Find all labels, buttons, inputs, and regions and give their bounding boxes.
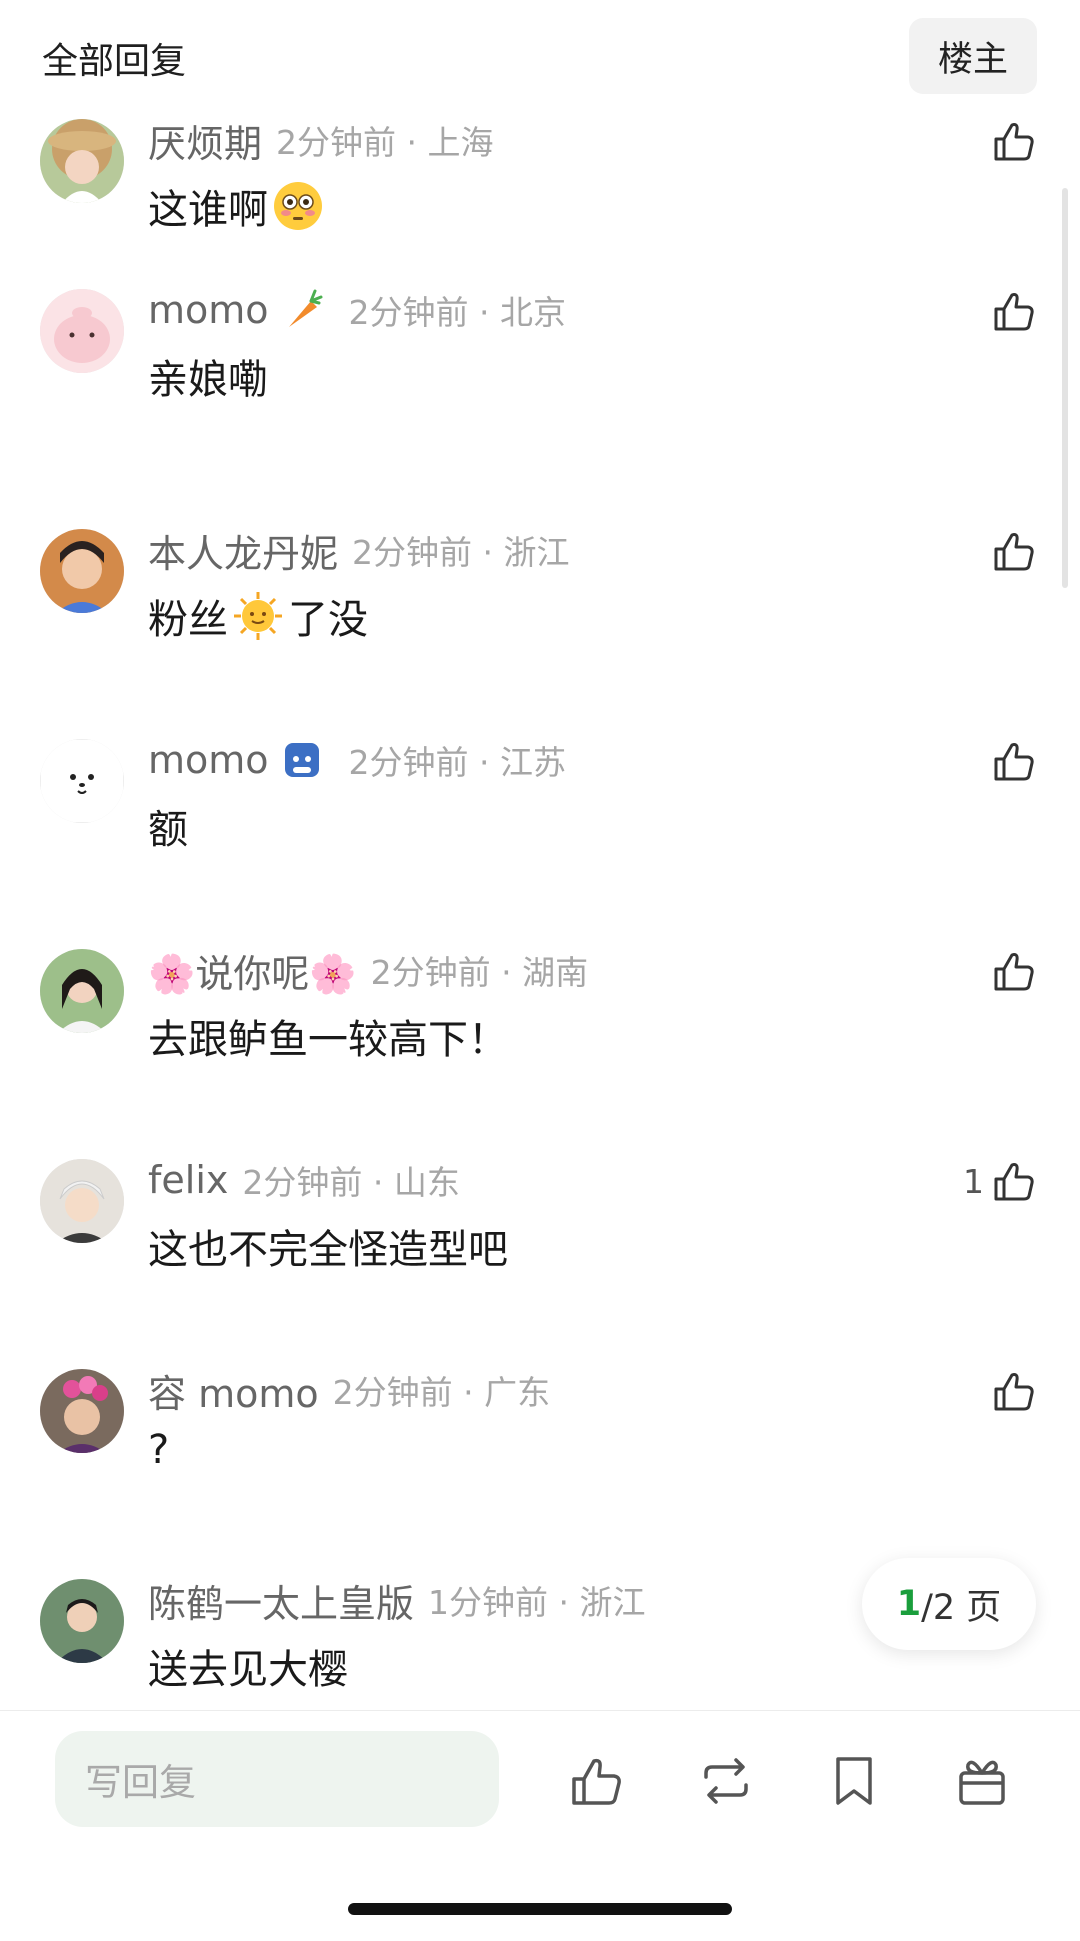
- avatar[interactable]: [40, 529, 124, 613]
- username[interactable]: 陈鹤一太上皇版: [148, 1573, 414, 1628]
- comment-text-part: 额: [148, 807, 188, 853]
- avatar[interactable]: [40, 119, 124, 203]
- comment-item: felix 2分钟前 · 山东 这也不完全怪造型吧 1: [0, 1157, 1080, 1359]
- like-count: 1: [963, 1161, 984, 1201]
- username[interactable]: 🌸说你呢🌸: [148, 943, 357, 998]
- repost-icon[interactable]: [696, 1751, 756, 1811]
- comment-item: 🌸说你呢🌸 2分钟前 · 湖南 去跟鲈鱼一较高下！: [0, 949, 1080, 1149]
- comment-item: momo 2分钟前 · 江苏 额: [0, 737, 1080, 939]
- comment-text-part: 送去见大樱: [148, 1647, 348, 1693]
- comment-text: 粉丝 了没: [148, 587, 368, 645]
- pagination-button[interactable]: 1/2 页: [862, 1558, 1036, 1650]
- avatar[interactable]: [40, 739, 124, 823]
- page-total: /2 页: [921, 1587, 1002, 1628]
- home-indicator: [348, 1903, 732, 1915]
- like-button[interactable]: [990, 947, 1038, 995]
- timestamp-location: 2分钟前 · 浙江: [352, 533, 570, 572]
- comment-text-part: 了没: [288, 597, 368, 643]
- comment-text-part: 粉丝: [148, 597, 228, 643]
- bookmark-icon[interactable]: [824, 1751, 884, 1811]
- like-button[interactable]: [990, 1367, 1038, 1415]
- like-icon[interactable]: [566, 1751, 626, 1811]
- like-button[interactable]: [990, 117, 1038, 165]
- username[interactable]: 本人龙丹妮: [148, 523, 338, 578]
- header: 全部回复 楼主: [0, 0, 1080, 110]
- bottom-action-bar: 写回复: [0, 1710, 1080, 1941]
- gift-icon[interactable]: [952, 1751, 1012, 1811]
- thumbs-up-icon: [994, 1163, 1034, 1201]
- comment-item: 容 momo 2分钟前 · 广东 ?: [0, 1369, 1080, 1569]
- page-current: 1: [896, 1584, 922, 1624]
- avatar[interactable]: [40, 289, 124, 373]
- thumbs-up-icon: [994, 533, 1034, 571]
- thumbs-up-icon: [994, 123, 1034, 161]
- avatar[interactable]: [40, 949, 124, 1033]
- scrollbar[interactable]: [1062, 188, 1068, 588]
- username[interactable]: felix: [148, 1158, 228, 1202]
- comment-text-part: 去跟鲈鱼一较高下！: [148, 1017, 508, 1063]
- timestamp-location: 1分钟前 · 浙江: [428, 1583, 646, 1622]
- sun-face-emoji: [232, 590, 284, 642]
- comment-text: 去跟鲈鱼一较高下！: [148, 1007, 508, 1065]
- thumbs-up-icon: [994, 743, 1034, 781]
- comment-text: ?: [148, 1427, 169, 1473]
- carrot-badge-icon: [279, 287, 325, 333]
- timestamp-location: 2分钟前 · 山东: [242, 1163, 460, 1202]
- like-button[interactable]: 1: [963, 1157, 1038, 1205]
- cat-badge-icon: [279, 737, 325, 783]
- thumbs-up-icon: [994, 293, 1034, 331]
- avatar[interactable]: [40, 1159, 124, 1243]
- username[interactable]: momo: [148, 738, 269, 782]
- timestamp-location: 2分钟前 · 江苏: [348, 743, 566, 782]
- timestamp-location: 2分钟前 · 上海: [276, 123, 494, 162]
- comment-text: 送去见大樱: [148, 1637, 348, 1695]
- timestamp-location: 2分钟前 · 北京: [348, 293, 566, 332]
- username[interactable]: momo: [148, 288, 269, 332]
- timestamp-location: 2分钟前 · 广东: [332, 1373, 551, 1412]
- like-button[interactable]: [990, 527, 1038, 575]
- comment-text: 额: [148, 797, 188, 855]
- username[interactable]: 厌烦期: [148, 113, 262, 168]
- comment-text-part: ?: [148, 1427, 170, 1473]
- thumbs-up-icon: [994, 1373, 1034, 1411]
- like-button[interactable]: [990, 287, 1038, 335]
- page-title: 全部回复: [42, 41, 187, 82]
- avatar[interactable]: [40, 1579, 124, 1663]
- reply-input[interactable]: 写回复: [55, 1731, 499, 1827]
- op-only-filter-button[interactable]: 楼主: [909, 18, 1037, 94]
- comment-text-part: 这也不完全怪造型吧: [148, 1227, 508, 1273]
- comment-item: 本人龙丹妮 2分钟前 · 浙江 粉丝 了没: [0, 529, 1080, 729]
- username[interactable]: 容 momo: [148, 1363, 319, 1418]
- comment-text: 亲娘嘞: [148, 347, 268, 405]
- avatar[interactable]: [40, 1369, 124, 1453]
- comment-item: momo 2分钟前 · 北京 亲娘嘞: [0, 287, 1080, 489]
- like-button[interactable]: [990, 737, 1038, 785]
- flushed-face-emoji: [272, 180, 324, 232]
- comment-text: 这谁啊: [148, 177, 328, 235]
- comment-text-part: 这谁啊: [148, 187, 268, 233]
- thumbs-up-icon: [994, 953, 1034, 991]
- comment-text: 这也不完全怪造型吧: [148, 1217, 508, 1275]
- timestamp-location: 2分钟前 · 湖南: [370, 953, 589, 992]
- comment-text-part: 亲娘嘞: [148, 357, 268, 403]
